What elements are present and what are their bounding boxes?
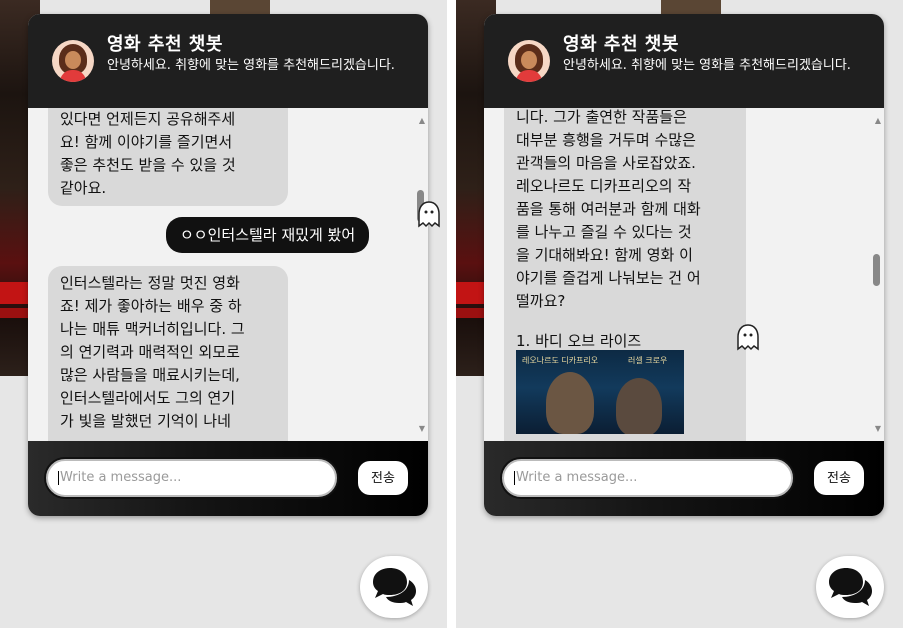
movie-poster-image[interactable]: 레오나르도 디카프리오 러셀 크로우 bbox=[516, 350, 684, 434]
message-line: 같아요. bbox=[60, 179, 107, 197]
message-line: 대부분 흥행을 거두며 수많은 bbox=[516, 131, 696, 149]
poster-actor-left bbox=[546, 372, 594, 434]
scroll-down-arrow-icon[interactable]: ▼ bbox=[875, 424, 881, 433]
message-line: 야기를 즐겁게 나눠보는 건 어 bbox=[516, 269, 701, 287]
message-line: 있다면 언제든지 공유해주세 bbox=[60, 110, 236, 128]
poster-actor-right bbox=[616, 378, 662, 434]
chat-bubbles-icon bbox=[373, 568, 416, 606]
chat-bubbles-icon bbox=[829, 568, 872, 606]
left-panel: 영화 추천 챗봇 안녕하세요. 취향에 맞는 영화를 추천해드리겠습니다. 있다… bbox=[0, 0, 447, 628]
message-line: 인터스텔라는 정말 멋진 영화 bbox=[60, 274, 240, 292]
message-line: 품을 통해 여러분과 함께 대화 bbox=[516, 200, 701, 218]
message-line: 나는 매튜 맥커너히입니다. 그 bbox=[60, 320, 245, 338]
avatar-icon bbox=[508, 40, 550, 82]
message-input[interactable]: Write a message... bbox=[502, 459, 793, 497]
chat-subtitle: 안녕하세요. 취향에 맞는 영화를 추천해드리겠습니다. bbox=[107, 58, 395, 73]
message-line: 떨까요? bbox=[516, 292, 566, 310]
message-line: 관객들의 마음을 사로잡았죠. bbox=[516, 154, 696, 172]
input-bar: Write a message... 전송 bbox=[484, 441, 884, 516]
scroll-down-arrow-icon[interactable]: ▼ bbox=[419, 424, 425, 433]
background-poster-top bbox=[210, 0, 270, 14]
input-placeholder: Write a message... bbox=[516, 470, 638, 485]
chat-window: 영화 추천 챗봇 안녕하세요. 취향에 맞는 영화를 추천해드리겠습니다. 니다… bbox=[484, 14, 884, 516]
chat-subtitle: 안녕하세요. 취향에 맞는 영화를 추천해드리겠습니다. bbox=[563, 58, 851, 73]
screen: 영화 추천 챗봇 안녕하세요. 취향에 맞는 영화를 추천해드리겠습니다. 있다… bbox=[0, 0, 903, 628]
send-button[interactable]: 전송 bbox=[814, 461, 864, 495]
message-line: 니다. 그가 출연한 작품들은 bbox=[516, 108, 687, 126]
input-bar: Write a message... 전송 bbox=[28, 441, 428, 516]
send-button[interactable]: 전송 bbox=[358, 461, 408, 495]
scrollbar-thumb[interactable] bbox=[873, 254, 880, 286]
recommendation-title: 1. 바디 오브 라이즈 bbox=[516, 332, 642, 350]
chat-launcher-button[interactable] bbox=[360, 556, 428, 618]
message-line: 요! 함께 이야기를 즐기면서 bbox=[60, 133, 233, 151]
message-line: 을 기대해봐요! 함께 영화 이 bbox=[516, 246, 693, 264]
message-line: 인터스텔라에서도 그의 연기 bbox=[60, 389, 236, 407]
right-panel: 영화 추천 챗봇 안녕하세요. 취향에 맞는 영화를 추천해드리겠습니다. 니다… bbox=[456, 0, 903, 628]
poster-text-right: 러셀 크로우 bbox=[628, 356, 668, 365]
message-list[interactable]: 니다. 그가 출연한 작품들은 대부분 흥행을 거두며 수많은 관객들의 마음을… bbox=[484, 108, 884, 441]
input-placeholder: Write a message... bbox=[60, 470, 182, 485]
chat-header: 영화 추천 챗봇 안녕하세요. 취향에 맞는 영화를 추천해드리겠습니다. bbox=[28, 14, 428, 108]
scroll-up-arrow-icon[interactable]: ▲ bbox=[875, 116, 881, 125]
message-line: 죠! 제가 좋아하는 배우 중 하 bbox=[60, 297, 242, 315]
poster-text-left: 레오나르도 디카프리오 bbox=[522, 356, 599, 365]
message-line: 레오나르도 디카프리오의 작 bbox=[516, 177, 692, 195]
message-line: 의 연기력과 매력적인 외모로 bbox=[60, 343, 240, 361]
message-line: 를 나누고 즐길 수 있다는 것 bbox=[516, 223, 692, 241]
user-message: ㅇㅇ인터스텔라 재밌게 봤어 bbox=[166, 217, 370, 253]
ghost-icon bbox=[418, 201, 440, 228]
chat-title: 영화 추천 챗봇 bbox=[107, 34, 223, 55]
message-line: 가 빛을 발했던 기억이 나네 bbox=[60, 412, 231, 430]
panel-divider bbox=[447, 0, 456, 628]
message-input[interactable]: Write a message... bbox=[46, 459, 337, 497]
message-line: 많은 사람들을 매료시키는데, bbox=[60, 366, 240, 384]
bot-message: 인터스텔라는 정말 멋진 영화 죠! 제가 좋아하는 배우 중 하 나는 매튜 … bbox=[48, 266, 288, 441]
bot-message: 있다면 언제든지 공유해주세 요! 함께 이야기를 즐기면서 좋은 추천도 받을… bbox=[48, 108, 288, 206]
scroll-up-arrow-icon[interactable]: ▲ bbox=[419, 116, 425, 125]
scrollbar[interactable]: ▲ ▼ bbox=[870, 108, 884, 441]
chat-launcher-button[interactable] bbox=[816, 556, 884, 618]
message-list[interactable]: 있다면 언제든지 공유해주세 요! 함께 이야기를 즐기면서 좋은 추천도 받을… bbox=[28, 108, 428, 441]
message-line: 좋은 추천도 받을 수 있을 것 bbox=[60, 156, 236, 174]
ghost-icon bbox=[737, 324, 759, 351]
chat-window: 영화 추천 챗봇 안녕하세요. 취향에 맞는 영화를 추천해드리겠습니다. 있다… bbox=[28, 14, 428, 516]
chat-header: 영화 추천 챗봇 안녕하세요. 취향에 맞는 영화를 추천해드리겠습니다. bbox=[484, 14, 884, 108]
chat-title: 영화 추천 챗봇 bbox=[563, 34, 679, 55]
scrollbar[interactable]: ▲ ▼ bbox=[414, 108, 428, 441]
background-poster-top bbox=[661, 0, 721, 14]
avatar-icon bbox=[52, 40, 94, 82]
